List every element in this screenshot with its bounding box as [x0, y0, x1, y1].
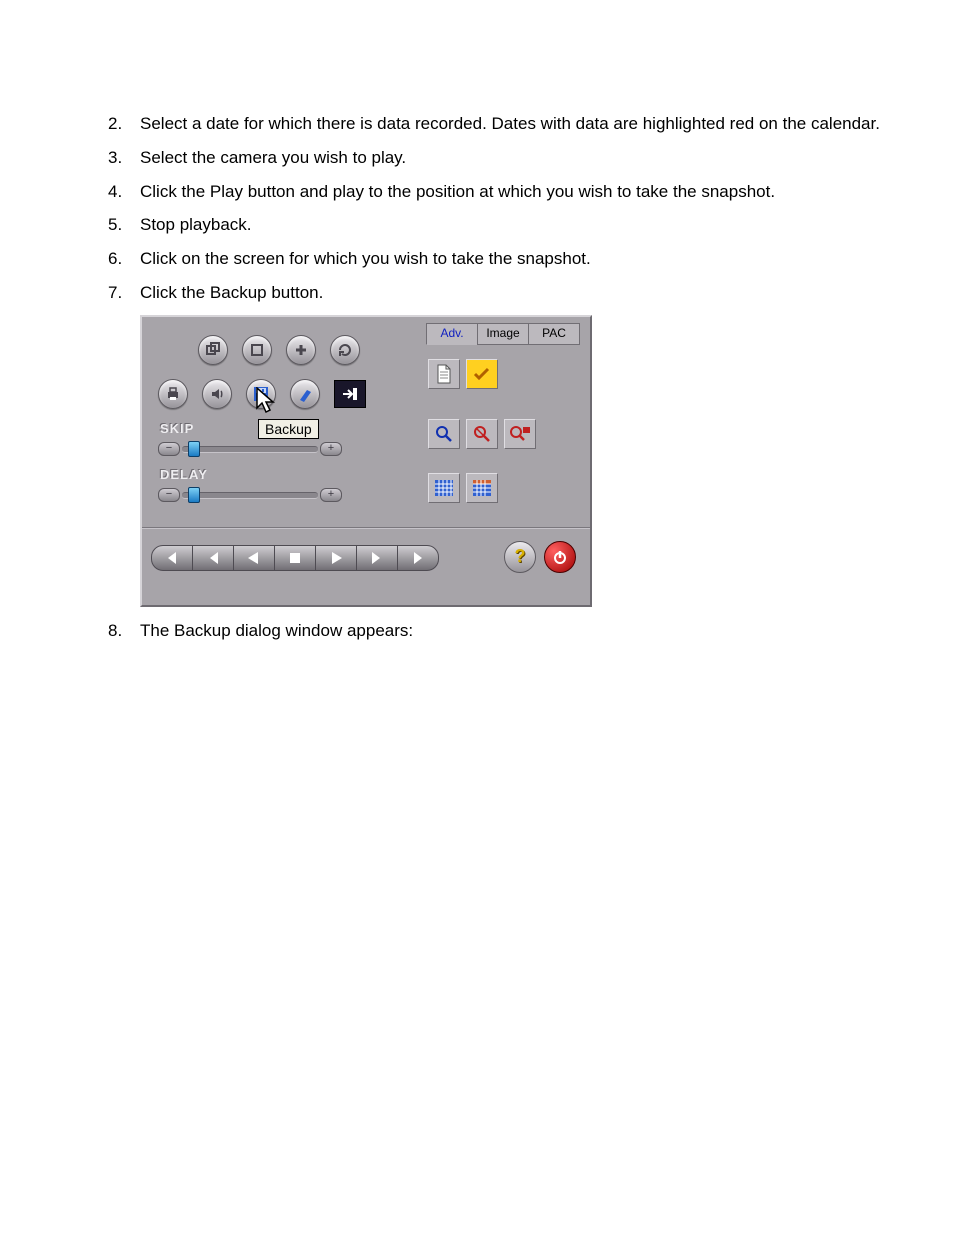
toolbar-row-2 — [158, 379, 366, 409]
calendar-grid-icon[interactable] — [428, 473, 460, 503]
delay-plus-icon[interactable]: + — [320, 488, 342, 502]
fullscreen-icon[interactable] — [242, 335, 272, 365]
skip-label: SKIP — [160, 421, 194, 436]
delay-slider[interactable]: − + — [160, 487, 340, 501]
slider-track — [182, 446, 318, 453]
skip-slider[interactable]: − + — [160, 441, 340, 455]
delay-minus-icon[interactable]: − — [158, 488, 180, 502]
slider-thumb[interactable] — [188, 487, 200, 503]
step-number: 3. — [108, 146, 140, 170]
step-number: 5. — [108, 213, 140, 237]
panel-divider — [142, 527, 590, 529]
step-2: 2. Select a date for which there is data… — [108, 112, 894, 136]
timeline-grid-icon[interactable] — [466, 473, 498, 503]
last-frame-icon[interactable] — [397, 545, 439, 571]
slider-track — [182, 492, 318, 499]
step-3: 3. Select the camera you wish to play. — [108, 146, 894, 170]
bookmark-icon[interactable] — [290, 379, 320, 409]
step-7: 7. Click the Backup button. — [108, 281, 894, 305]
delay-label: DELAY — [160, 467, 208, 482]
power-button[interactable] — [544, 541, 576, 573]
toolbar-row-1 — [198, 335, 360, 365]
step-text: The Backup dialog window appears: — [140, 619, 894, 643]
instruction-steps: 2. Select a date for which there is data… — [108, 112, 894, 653]
play-icon[interactable] — [315, 545, 357, 571]
step-5: 5. Stop playback. — [108, 213, 894, 237]
step-text: Select the camera you wish to play. — [140, 146, 894, 170]
check-icon[interactable] — [466, 359, 498, 389]
step-text: Click the Play button and play to the po… — [140, 180, 894, 204]
search-negative-icon[interactable] — [466, 419, 498, 449]
step-number: 7. — [108, 281, 140, 305]
tab-adv[interactable]: Adv. — [426, 323, 478, 345]
smart-search-icon[interactable] — [504, 419, 536, 449]
step-number: 8. — [108, 619, 140, 643]
tab-image[interactable]: Image — [477, 323, 529, 345]
skip-minus-icon[interactable]: − — [158, 442, 180, 456]
print-icon[interactable] — [158, 379, 188, 409]
slider-thumb[interactable] — [188, 441, 200, 457]
step-text: Select a date for which there is data re… — [140, 112, 894, 136]
playback-bar — [152, 545, 439, 571]
step-text: Click on the screen for which you wish t… — [140, 247, 894, 271]
export-icon[interactable] — [334, 380, 366, 408]
step-number: 4. — [108, 180, 140, 204]
document-icon[interactable] — [428, 359, 460, 389]
tab-bar: Adv. Image PAC — [427, 323, 580, 345]
prev-frame-icon[interactable] — [192, 545, 234, 571]
screenshot-figure: Backup SKIP − + DELAY − + Adv. Image PAC — [140, 315, 894, 607]
step-text: Click the Backup button. — [140, 281, 894, 305]
step-number: 2. — [108, 112, 140, 136]
reverse-play-icon[interactable] — [233, 545, 275, 571]
power-icon — [552, 549, 568, 565]
step-4: 4. Click the Play button and play to the… — [108, 180, 894, 204]
skip-plus-icon[interactable]: + — [320, 442, 342, 456]
multi-window-icon[interactable] — [198, 335, 228, 365]
step-6: 6. Click on the screen for which you wis… — [108, 247, 894, 271]
audio-icon[interactable] — [202, 379, 232, 409]
refresh-icon[interactable] — [330, 335, 360, 365]
backup-tooltip: Backup — [258, 419, 319, 439]
help-button[interactable]: ? — [504, 541, 536, 573]
search-icon[interactable] — [428, 419, 460, 449]
next-frame-icon[interactable] — [356, 545, 398, 571]
step-number: 6. — [108, 247, 140, 271]
step-text: Stop playback. — [140, 213, 894, 237]
zoom-in-icon[interactable] — [286, 335, 316, 365]
playback-control-panel: Backup SKIP − + DELAY − + Adv. Image PAC — [140, 315, 592, 607]
stop-icon[interactable] — [274, 545, 316, 571]
help-icon: ? — [515, 546, 526, 567]
backup-save-icon[interactable] — [246, 379, 276, 409]
first-frame-icon[interactable] — [151, 545, 193, 571]
tab-pac[interactable]: PAC — [528, 323, 580, 345]
step-8: 8. The Backup dialog window appears: — [108, 619, 894, 643]
